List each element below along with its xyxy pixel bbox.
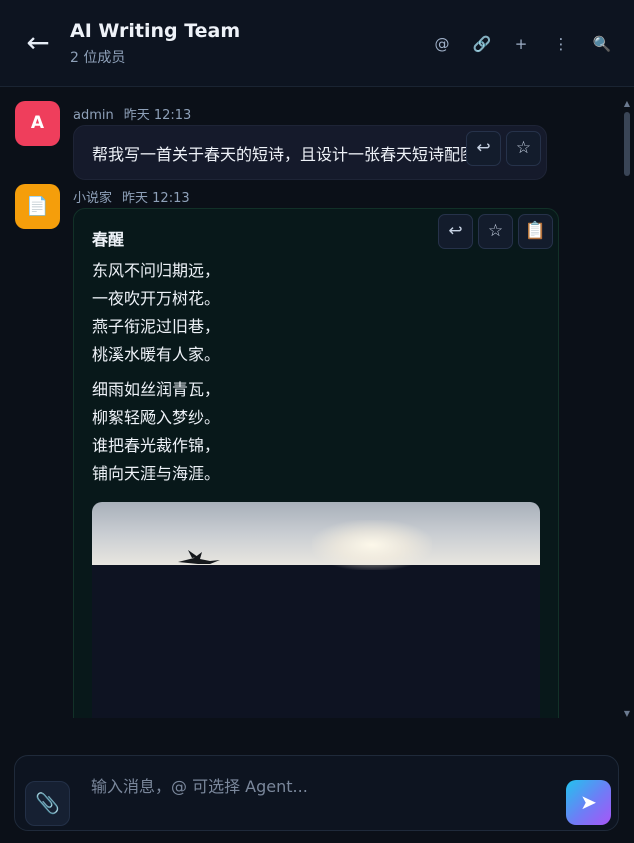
message-meta: admin 昨天 12:13 bbox=[73, 104, 191, 123]
reply-icon[interactable]: ↩ bbox=[466, 131, 501, 166]
add-icon[interactable]: + bbox=[509, 32, 533, 56]
poem-line: 桃溪水暖有人家。 bbox=[92, 345, 221, 364]
sun-glow bbox=[312, 520, 432, 570]
message-text: 帮我写一首关于春天的短诗，且设计一张春天短诗配图 bbox=[92, 145, 477, 164]
chat-title: AI Writing Team bbox=[70, 20, 241, 42]
attach-icon[interactable]: 📎 bbox=[25, 781, 70, 826]
poem-line: 细雨如丝润青瓦， bbox=[92, 380, 221, 399]
chat-header: ← AI Writing Team 2 位成员 @ 🔗 + ⋮ 🔍 bbox=[0, 0, 634, 87]
poem-title: 春醒 bbox=[92, 230, 125, 249]
avatar: 📄 bbox=[15, 184, 60, 229]
spring-poem-image[interactable] bbox=[92, 502, 540, 718]
search-icon[interactable]: 🔍 bbox=[590, 32, 614, 56]
send-button[interactable]: ➤ bbox=[566, 780, 611, 825]
poem-line: 柳絮轻飏入梦纱。 bbox=[92, 408, 221, 427]
scrollbar[interactable]: ▲ ▼ bbox=[623, 100, 631, 718]
more-icon[interactable]: ⋮ bbox=[549, 32, 573, 56]
sender-name: 小说家 bbox=[73, 191, 113, 206]
mention-icon[interactable]: @ bbox=[430, 32, 454, 56]
poem-line: 东风不问归期远， bbox=[92, 261, 221, 280]
member-count: 2 位成员 bbox=[70, 50, 126, 66]
poem-line: 谁把春光裁作锦， bbox=[92, 436, 221, 455]
poem-line: 一夜吹开万树花。 bbox=[92, 289, 221, 308]
scroll-thumb[interactable] bbox=[624, 112, 630, 176]
copy-icon[interactable]: 📋 bbox=[518, 214, 553, 249]
avatar: A bbox=[15, 101, 60, 146]
message-meta: 小说家 昨天 12:13 bbox=[73, 187, 190, 206]
poem-line: 铺向天涯与海涯。 bbox=[92, 464, 221, 483]
message-input[interactable] bbox=[91, 774, 541, 798]
message-list[interactable]: A admin 昨天 12:13 帮我写一首关于春天的短诗，且设计一张春天短诗配图… bbox=[0, 88, 634, 718]
star-icon[interactable]: ☆ bbox=[478, 214, 513, 249]
sender-name: admin bbox=[73, 108, 114, 123]
back-arrow-icon[interactable]: ← bbox=[22, 28, 54, 60]
message-composer: 📎 ➤ bbox=[14, 755, 619, 831]
star-icon[interactable]: ☆ bbox=[506, 131, 541, 166]
scroll-down-icon[interactable]: ▼ bbox=[623, 710, 631, 718]
swallow-icon bbox=[178, 550, 220, 564]
message-time: 昨天 12:13 bbox=[122, 191, 190, 206]
reply-icon[interactable]: ↩ bbox=[438, 214, 473, 249]
poem-line: 燕子衔泥过旧巷， bbox=[92, 317, 221, 336]
agent-message-bubble: 春醒 东风不问归期远， 一夜吹开万树花。 燕子衔泥过旧巷， 桃溪水暖有人家。 细… bbox=[73, 208, 559, 718]
link-icon[interactable]: 🔗 bbox=[470, 32, 494, 56]
message-time: 昨天 12:13 bbox=[123, 108, 192, 123]
scroll-up-icon[interactable]: ▲ bbox=[623, 100, 631, 108]
poem-body: 东风不问归期远， 一夜吹开万树花。 燕子衔泥过旧巷， 桃溪水暖有人家。 细雨如丝… bbox=[92, 257, 220, 488]
